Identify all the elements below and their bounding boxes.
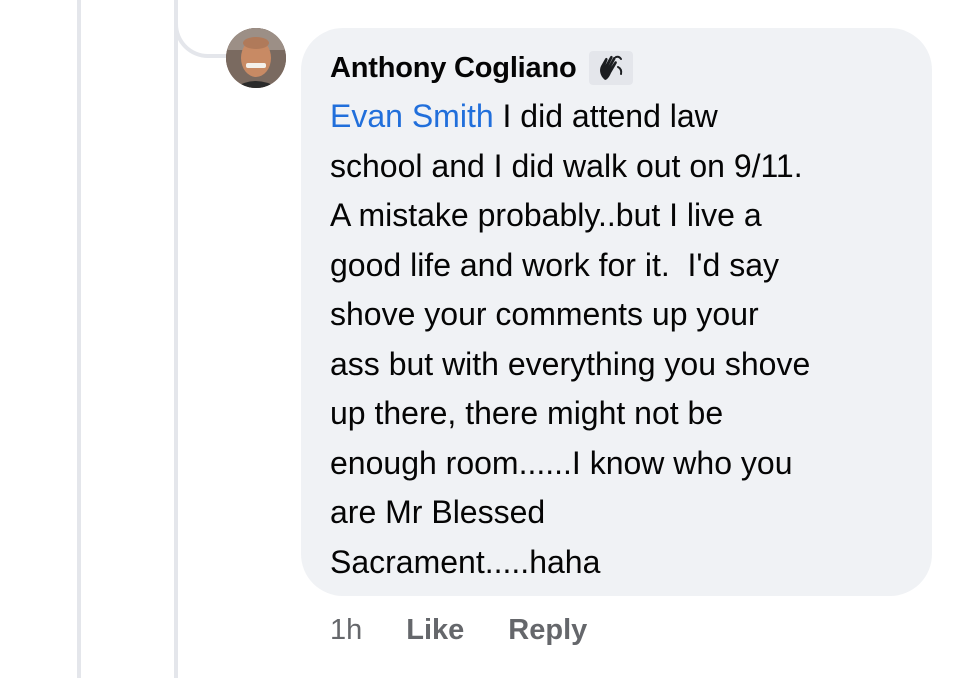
comment-line: A mistake probably..but I live a — [330, 197, 762, 233]
waving-hand-glyph — [599, 55, 622, 80]
author-name[interactable]: Anthony Cogliano — [330, 52, 577, 85]
mention-link[interactable]: Evan Smith — [330, 98, 494, 134]
comment-line: up there, there might not be — [330, 395, 724, 431]
comment-line-text: I did attend law — [493, 98, 718, 134]
comment-actions: 1h Like Reply — [330, 608, 587, 652]
comment-timestamp[interactable]: 1h — [330, 614, 362, 647]
thread-line-outer — [77, 0, 81, 678]
comment-line: are Mr Blessed — [330, 494, 546, 530]
reply-button[interactable]: Reply — [508, 614, 587, 647]
avatar-photo — [226, 28, 286, 88]
thread-line-inner — [174, 0, 178, 678]
comment-line: good life and work for it. I'd say — [330, 246, 779, 283]
like-button[interactable]: Like — [406, 614, 464, 647]
waving-hand-icon — [588, 51, 633, 85]
avatar[interactable] — [226, 28, 286, 88]
comment-line: enough room......I know who you — [330, 444, 793, 481]
comment-line: school and I did walk out on 9/11. — [330, 147, 803, 184]
comment-line: shove your comments up your — [330, 296, 759, 332]
comment-line: Sacrament.....haha — [330, 543, 601, 580]
comment-line: Evan Smith I did attend law — [330, 92, 920, 142]
comment-text: Evan Smith I did attend law school and I… — [330, 92, 920, 587]
comment-line: ass but with everything you shove — [330, 345, 811, 382]
comment-header: Anthony Cogliano — [330, 48, 633, 88]
thread-connector — [174, 0, 226, 58]
